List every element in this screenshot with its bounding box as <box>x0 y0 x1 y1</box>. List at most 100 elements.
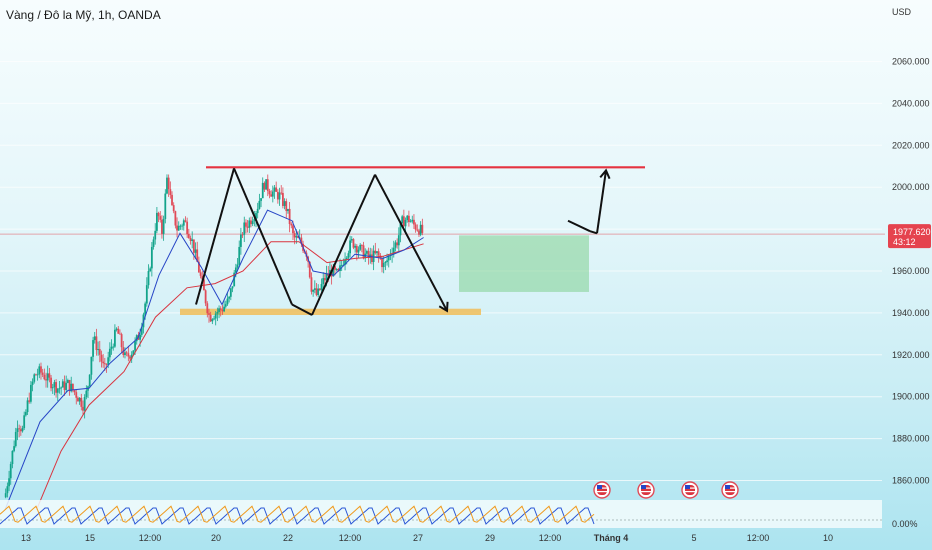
candle <box>213 315 215 321</box>
candle-body <box>24 412 27 416</box>
candle-body <box>317 288 320 296</box>
candle <box>120 332 123 353</box>
candle <box>265 179 267 190</box>
candle <box>159 211 162 223</box>
candle-body <box>352 239 355 248</box>
candle-body <box>108 348 111 358</box>
candle-body <box>381 258 383 268</box>
y-tick-label: 1900.000 <box>892 392 930 402</box>
candle <box>372 245 375 271</box>
candle <box>162 215 165 241</box>
candle <box>35 373 37 376</box>
candle-body <box>68 380 71 392</box>
candle-body <box>204 290 207 304</box>
ma-fast-line <box>4 209 424 510</box>
candle-body <box>310 277 313 292</box>
price-tag-value: 1977.620 <box>893 227 931 237</box>
pattern-segment[interactable] <box>596 170 607 234</box>
flag-stripe <box>597 491 607 493</box>
candle-body <box>248 220 251 228</box>
us-flag-icon[interactable] <box>637 481 655 499</box>
candle <box>13 440 15 453</box>
candle <box>416 224 419 232</box>
price-chart[interactable]: 1860.000 1880.000 1900.000 1920.000 1940.000… <box>0 0 932 550</box>
us-flag-icon[interactable] <box>593 481 611 499</box>
candle-body <box>50 377 52 389</box>
candle-body <box>246 226 249 228</box>
candle-body <box>421 224 424 233</box>
support-zone[interactable] <box>180 308 481 315</box>
candle-body <box>184 220 187 222</box>
y-tick-label: 1880.000 <box>892 434 930 444</box>
candle <box>228 295 231 303</box>
candle-body <box>115 328 118 330</box>
candle <box>366 249 368 256</box>
candle-body <box>18 428 21 430</box>
candle <box>9 461 12 485</box>
candle <box>145 277 148 307</box>
us-flag-icon[interactable] <box>681 481 699 499</box>
candle-body <box>73 390 76 393</box>
candle <box>117 326 120 334</box>
candle-body <box>273 187 276 192</box>
ma-slow-line <box>36 241 424 510</box>
event-markers <box>593 481 739 499</box>
candle-body <box>416 229 419 231</box>
candle-body <box>206 303 209 314</box>
candle-body <box>60 387 63 389</box>
us-flag-icon[interactable] <box>721 481 739 499</box>
pattern-segment[interactable] <box>567 219 591 233</box>
candle-body <box>288 208 291 224</box>
pattern-segment[interactable] <box>374 174 448 312</box>
candle-body <box>80 397 83 407</box>
candle-body <box>147 270 150 286</box>
candle <box>82 400 84 415</box>
candle <box>87 385 89 399</box>
x-tick-label: 29 <box>485 533 495 543</box>
candle <box>350 236 353 243</box>
candle-body <box>179 225 182 227</box>
candle-body <box>92 340 94 357</box>
range-box[interactable] <box>459 235 589 292</box>
y-tick-label: 1960.000 <box>892 266 930 276</box>
candle <box>169 181 172 199</box>
candle-body <box>125 352 128 354</box>
pattern-segment[interactable] <box>311 174 376 316</box>
candle-body <box>266 179 269 191</box>
y-tick-label: 2000.000 <box>892 182 930 192</box>
candle-body <box>162 218 165 234</box>
candle-body <box>177 225 180 231</box>
candle-body <box>182 220 185 226</box>
candle-body <box>156 212 158 231</box>
candle-body <box>72 383 74 391</box>
candle <box>30 380 32 404</box>
candle <box>4 488 7 499</box>
candle-body <box>209 314 212 322</box>
candle-body <box>53 382 56 388</box>
candle-body <box>261 182 264 199</box>
candle <box>125 350 128 357</box>
candle-body <box>167 177 170 190</box>
candle-body <box>384 262 387 263</box>
y-tick-label: 2040.000 <box>892 98 930 108</box>
pattern-segment[interactable] <box>589 230 598 235</box>
candle-body <box>145 285 148 304</box>
candle-body <box>23 415 26 429</box>
flag-canton <box>641 485 646 489</box>
candle-body <box>38 366 41 375</box>
candle-body <box>119 333 121 335</box>
candle-body <box>382 262 385 268</box>
y-tick-label: 1860.000 <box>892 476 930 486</box>
candle-body <box>46 373 49 381</box>
candle-body <box>98 349 101 355</box>
candle-body <box>394 242 397 248</box>
candle-body <box>110 346 113 349</box>
candle <box>418 228 420 238</box>
candle-body <box>61 381 64 388</box>
candle <box>127 345 130 362</box>
candle <box>61 379 64 388</box>
candle <box>102 353 105 368</box>
candle <box>287 208 289 214</box>
candle <box>184 216 187 223</box>
candle <box>310 272 313 295</box>
